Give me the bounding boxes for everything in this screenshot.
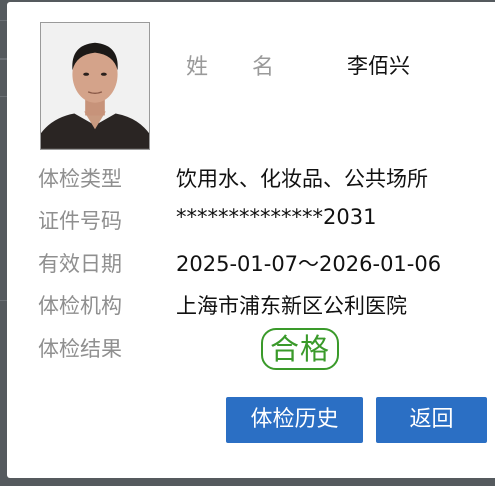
exam-result-label: 体检结果 [38, 337, 122, 361]
exam-type-value: 饮用水、化妆品、公共场所 [176, 167, 428, 191]
health-certificate-dialog: 姓名 李佰兴 体检类型 饮用水、化妆品、公共场所 证件号码 **********… [7, 2, 495, 478]
valid-date-value: 2025-01-07～2026-01-06 [176, 252, 442, 276]
exam-result-stamp: 合格 [261, 328, 339, 370]
name-value: 李佰兴 [347, 54, 410, 78]
person-photo [40, 22, 150, 150]
id-number-label: 证件号码 [38, 209, 122, 233]
exam-institution-label: 体检机构 [38, 294, 122, 318]
exam-history-button[interactable]: 体检历史 [226, 397, 363, 443]
exam-institution-value: 上海市浦东新区公利医院 [176, 294, 407, 318]
valid-date-label: 有效日期 [38, 252, 122, 276]
id-number-value: **************2031 [176, 205, 377, 229]
exam-type-label: 体检类型 [38, 167, 122, 191]
name-label: 姓名 [186, 55, 319, 80]
back-button[interactable]: 返回 [376, 397, 487, 443]
